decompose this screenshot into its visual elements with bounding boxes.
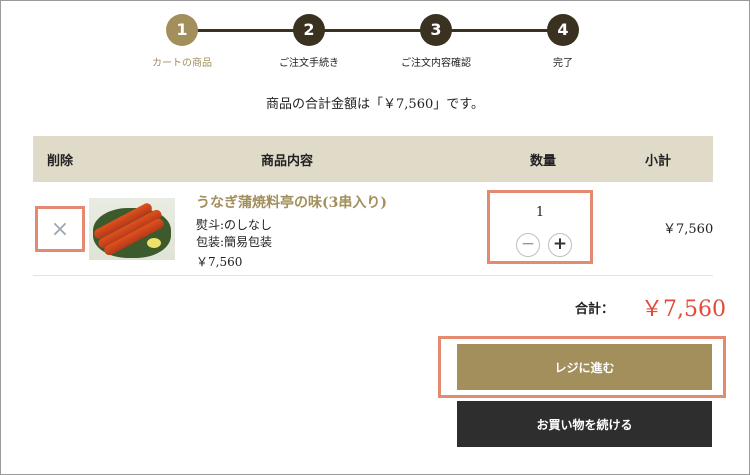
step-2: 2 ご注文手続き [245, 14, 373, 69]
product-wrapping: 包装:簡易包装 [196, 235, 273, 249]
header-subtotal: 小計 [645, 154, 672, 169]
increase-quantity-button[interactable]: + [548, 233, 572, 257]
item-subtotal: ￥7,560 [663, 222, 714, 237]
header-quantity: 数量 [530, 154, 557, 169]
plus-icon: + [552, 234, 568, 254]
product-price: ￥7,560 [196, 255, 243, 269]
product-noshi: 熨斗:のしなし [196, 218, 273, 232]
remove-item-button[interactable]: × [35, 206, 85, 252]
step-label: カートの商品 [152, 58, 212, 69]
continue-shopping-button[interactable]: お買い物を続ける [457, 401, 712, 447]
decrease-quantity-button[interactable]: − [516, 233, 540, 257]
step-number: 1 [166, 14, 198, 46]
step-label: 完了 [553, 58, 573, 69]
step-1: 1 カートの商品 [118, 14, 246, 69]
header-delete: 削除 [47, 154, 74, 169]
step-label: ご注文手続き [279, 58, 339, 69]
quantity-value: 1 [535, 205, 545, 220]
close-icon: × [50, 216, 70, 242]
step-number: 4 [547, 14, 579, 46]
step-4: 4 完了 [499, 14, 627, 69]
quantity-stepper: 1 − + [487, 190, 593, 264]
product-image[interactable] [89, 198, 175, 260]
cart-table-header: 削除 商品内容 数量 小計 [33, 136, 713, 182]
cart-item-row: × うなぎ蒲焼料亭の味(3串入り) 熨斗:のしなし 包装:簡易包装 ￥7,560… [33, 182, 713, 276]
header-content: 商品内容 [261, 154, 314, 169]
checkout-button[interactable]: レジに進む [457, 344, 712, 390]
checkout-steps: 1 カートの商品 2 ご注文手続き 3 ご注文内容確認 4 完了 [118, 14, 628, 74]
total-value: ￥7,560 [641, 297, 726, 322]
step-label: ご注文内容確認 [401, 58, 471, 69]
lemon-shape [147, 238, 161, 248]
step-number: 2 [293, 14, 325, 46]
step-number: 3 [420, 14, 452, 46]
total-label: 合計： [575, 302, 615, 317]
step-3: 3 ご注文内容確認 [372, 14, 500, 69]
product-title-link[interactable]: うなぎ蒲焼料亭の味(3串入り) [196, 192, 387, 212]
minus-icon: − [520, 234, 536, 254]
cart-total-message: 商品の合計金額は「￥7,560」です。 [266, 97, 484, 112]
